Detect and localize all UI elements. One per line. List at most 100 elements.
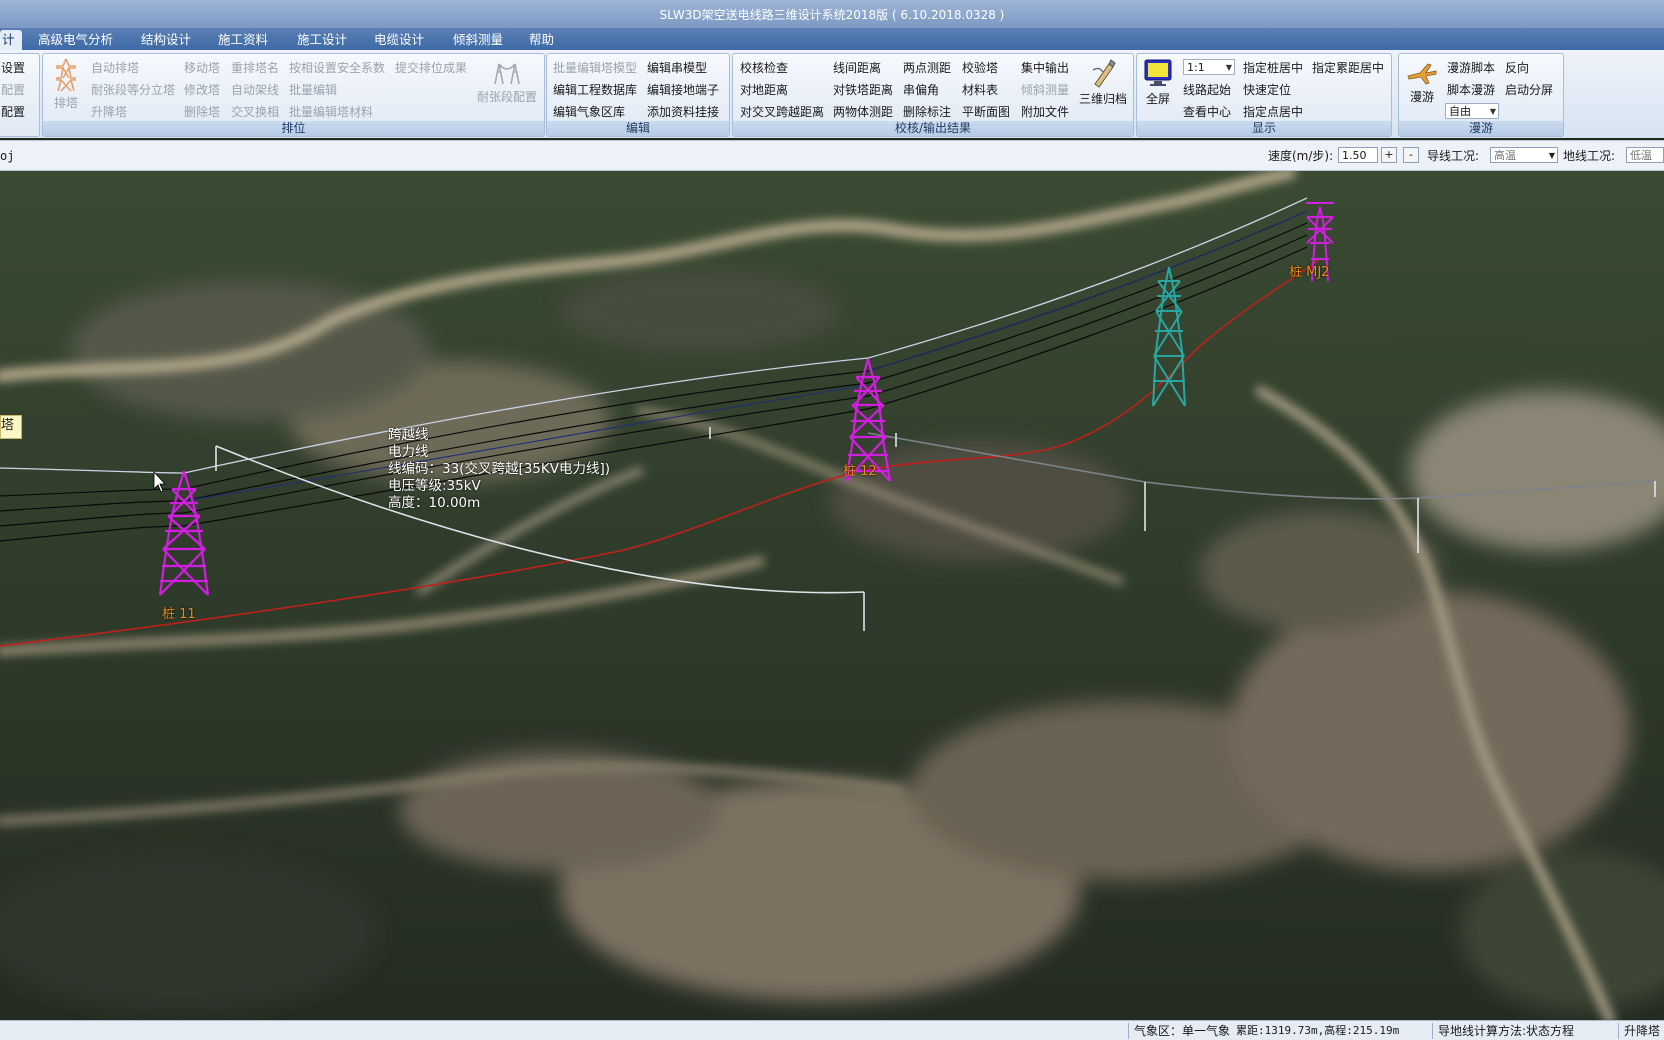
center-on-point-button[interactable]: 指定点居中 <box>1243 104 1303 120</box>
view-center-button[interactable]: 查看中心 <box>1183 104 1231 120</box>
roam-mode-select[interactable]: 自由 ▼ <box>1445 103 1499 119</box>
cross-transpose-button[interactable]: 交叉换相 <box>231 104 279 120</box>
config-button-2[interactable]: 配置 <box>1 104 25 120</box>
string-angle-button[interactable]: 串偏角 <box>903 82 939 98</box>
tab-construction-design[interactable]: 施工设计 <box>295 30 349 50</box>
auto-place-button[interactable]: 自动排塔 <box>91 60 139 76</box>
crossing-distance-button[interactable]: 对交叉跨越距离 <box>740 104 824 120</box>
edit-group-label: 编辑 <box>547 121 729 136</box>
rename-towers-button[interactable]: 重排塔名 <box>231 60 279 76</box>
ribbon-group-edit: 批量编辑塔模型 编辑工程数据库 编辑气象区库 编辑串模型 编辑接地端子 添加资料… <box>546 53 730 137</box>
tension-divide-button[interactable]: 耐张段等分立塔 <box>91 82 175 98</box>
roam-group-label: 漫游 <box>1399 121 1563 136</box>
roam-script-button[interactable]: 漫游脚本 <box>1447 60 1495 76</box>
tab-construction-data[interactable]: 施工资料 <box>216 30 270 50</box>
scale-select[interactable]: 1:1 ▼ <box>1183 59 1235 75</box>
archive-3d-button[interactable]: 三维归档 <box>1077 58 1129 107</box>
status-divider <box>1618 1023 1619 1039</box>
settings-button[interactable]: 设置 <box>1 60 25 76</box>
tilt-measure-button[interactable]: 倾斜测量 <box>1021 82 1069 98</box>
ground-condition-label: 地线工况: <box>1563 149 1616 163</box>
submit-placement-button[interactable]: 提交排位成果 <box>395 60 467 76</box>
tab-advanced-electrical[interactable]: 高级电气分析 <box>36 30 115 50</box>
speed-input[interactable]: 1.50 <box>1338 147 1378 163</box>
tab-cable-design[interactable]: 电缆设计 <box>372 30 426 50</box>
speed-label: 速度(m/步): <box>1268 149 1334 163</box>
3d-viewport[interactable]: 塔 跨越线 电力线 线编码：33(交叉跨越[35KV电力线]) 电压等级:35k… <box>0 171 1664 1020</box>
edit-string-model-button[interactable]: 编辑串模型 <box>647 60 707 76</box>
plan-profile-button[interactable]: 平断面图 <box>962 104 1010 120</box>
place-tower-button[interactable]: 排塔 <box>49 58 83 111</box>
delete-annotation-button[interactable]: 删除标注 <box>903 104 951 120</box>
monitor-icon <box>1144 59 1172 86</box>
crossing-info-overlay: 跨越线 电力线 线编码：33(交叉跨越[35KV电力线]) 电压等级:35kV … <box>388 427 610 512</box>
reverse-button[interactable]: 反向 <box>1505 60 1529 76</box>
edit-ground-terminal-button[interactable]: 编辑接地端子 <box>647 82 719 98</box>
phase-safety-button[interactable]: 按相设置安全系数 <box>289 60 385 76</box>
move-tower-button[interactable]: 移动塔 <box>184 60 220 76</box>
check-output-group-label: 校核/输出结果 <box>733 121 1133 136</box>
ribbon-group-roam: 漫游 漫游脚本 脚本漫游 反向 启动分屏 自由 ▼ 漫游 <box>1398 53 1564 137</box>
tower-distance-button[interactable]: 对铁塔距离 <box>833 82 893 98</box>
two-point-distance-button[interactable]: 两点测距 <box>903 60 951 76</box>
check-inspect-button[interactable]: 校核检查 <box>740 60 788 76</box>
display-group-label: 显示 <box>1137 121 1391 136</box>
speed-increase-button[interactable]: + <box>1381 147 1397 163</box>
status-mode: 升降塔 <box>1624 1024 1661 1038</box>
placement-group-label: 排位 <box>43 121 544 136</box>
tab-structure[interactable]: 结构设计 <box>139 30 193 50</box>
edit-project-db-button[interactable]: 编辑工程数据库 <box>553 82 637 98</box>
fullscreen-label: 全屏 <box>1145 92 1170 106</box>
tension-config-button[interactable]: 耐张段配置 <box>475 60 539 105</box>
tab-tilt-survey[interactable]: 倾斜测量 <box>451 30 505 50</box>
ground-distance-button[interactable]: 对地距离 <box>740 82 788 98</box>
batch-edit-material-button[interactable]: 批量编辑塔材料 <box>289 104 373 120</box>
info-line-type: 跨越线 <box>388 427 429 443</box>
attach-file-button[interactable]: 附加文件 <box>1021 104 1069 120</box>
quick-locate-button[interactable]: 快速定位 <box>1243 82 1291 98</box>
batch-edit-button[interactable]: 批量编辑 <box>289 82 337 98</box>
add-attachment-button[interactable]: 添加资料挂接 <box>647 104 719 120</box>
terrain-scene[interactable] <box>0 171 1664 1020</box>
chevron-down-icon: ▼ <box>1548 151 1555 160</box>
toolbar: oj 速度(m/步): 1.50 + - 导线工况: 高温 ▼ 地线工况: 低温 <box>0 140 1664 171</box>
delete-tower-button[interactable]: 删除塔 <box>184 104 220 120</box>
tension-section-icon <box>494 63 520 85</box>
conductor-condition-select[interactable]: 高温 ▼ <box>1490 147 1558 163</box>
modify-tower-button[interactable]: 修改塔 <box>184 82 220 98</box>
roam-button[interactable]: 漫游 <box>1405 60 1439 105</box>
tab-help[interactable]: 帮助 <box>527 30 556 50</box>
status-divider <box>1432 1023 1433 1039</box>
auto-string-button[interactable]: 自动架线 <box>231 82 279 98</box>
line-spacing-button[interactable]: 线间距离 <box>833 60 881 76</box>
split-screen-button[interactable]: 启动分屏 <box>1505 82 1553 98</box>
batch-output-button[interactable]: 集中输出 <box>1021 60 1069 76</box>
fullscreen-button[interactable]: 全屏 <box>1141 58 1175 107</box>
speed-decrease-button[interactable]: - <box>1403 147 1419 163</box>
config-button[interactable]: 配置 <box>1 82 25 98</box>
status-distance: 累距:1319.73m,高程:215.19m <box>1236 1024 1400 1037</box>
ground-condition-select[interactable]: 低温 <box>1626 147 1664 163</box>
place-tower-label: 排塔 <box>53 96 78 110</box>
tab-design[interactable]: 计 <box>0 30 22 50</box>
side-tag-text: 塔 <box>1 418 15 433</box>
script-roam-button[interactable]: 脚本漫游 <box>1447 82 1495 98</box>
roam-mode-value: 自由 <box>1449 105 1471 118</box>
info-line-code: 线编码：33(交叉跨越[35KV电力线]) <box>388 461 611 477</box>
center-on-distance-button[interactable]: 指定累距居中 <box>1312 60 1384 76</box>
raise-lower-button[interactable]: 升降塔 <box>91 104 127 120</box>
edit-weather-db-button[interactable]: 编辑气象区库 <box>553 104 625 120</box>
status-weather: 气象区：单一气象 <box>1134 1024 1231 1038</box>
object-distance-button[interactable]: 两物体测距 <box>833 104 893 120</box>
status-bar: 气象区：单一气象 累距:1319.73m,高程:215.19m 导地线计算方法:… <box>0 1020 1664 1040</box>
center-on-pile-button[interactable]: 指定桩居中 <box>1243 60 1303 76</box>
archive-3d-label: 三维归档 <box>1078 92 1127 106</box>
line-start-button[interactable]: 线路起始 <box>1183 82 1231 98</box>
material-list-button[interactable]: 材料表 <box>962 82 998 98</box>
ribbon-group-placement: 排塔 自动排塔 耐张段等分立塔 升降塔 移动塔 修改塔 删除塔 重排塔名 自动架… <box>42 53 545 137</box>
verify-tower-button[interactable]: 校验塔 <box>962 60 998 76</box>
info-line-height: 高度：10.00m <box>388 495 481 511</box>
project-path-text: oj <box>0 149 15 163</box>
batch-edit-tower-model-button[interactable]: 批量编辑塔模型 <box>553 60 637 76</box>
ribbon: 设置 配置 配置 排塔 自动排塔 耐张段等分立塔 升降塔 移动塔 修改塔 删除塔… <box>0 50 1664 138</box>
